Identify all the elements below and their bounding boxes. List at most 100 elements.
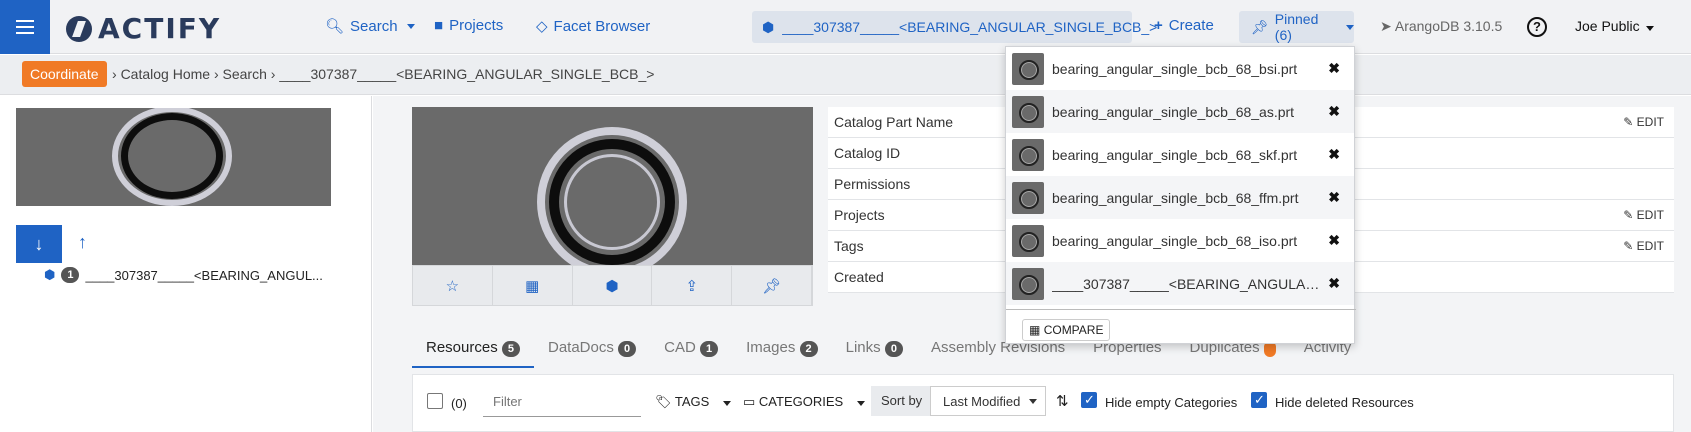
chevron-down-icon — [406, 23, 415, 29]
sort-direction-button[interactable]: ⇅ — [1056, 392, 1069, 410]
part-preview-image[interactable] — [412, 107, 813, 265]
left-panel: ↓ ↑ ⬢ 1 ____307387_____<BEARING_ANGUL... — [0, 96, 372, 432]
pinned-dropdown-button[interactable]: 📌︎ Pinned (6) — [1239, 11, 1354, 43]
pin-icon: 📌︎ — [1251, 18, 1269, 35]
3d-view-button[interactable]: ⬢ — [573, 266, 653, 305]
facet-browser-link[interactable]: ◇ Facet Browser — [536, 17, 650, 36]
user-menu[interactable]: Joe Public — [1575, 18, 1655, 34]
dropdown-divider — [1006, 309, 1356, 310]
edit-part-name-button[interactable]: ✎ EDIT — [1623, 115, 1664, 129]
logo-mark-icon — [66, 15, 92, 42]
categories-dropdown[interactable]: ▭ CATEGORIES — [743, 394, 865, 410]
tab-label: CAD — [664, 339, 696, 356]
hamburger-menu-button[interactable] — [0, 0, 50, 54]
projects-link[interactable]: ■ Projects — [434, 17, 503, 34]
edit-tags-button[interactable]: ✎ EDIT — [1623, 239, 1664, 253]
pinned-item[interactable]: bearing_angular_single_bcb_68_skf.prt ✖ — [1006, 133, 1354, 176]
sort-icon: ⇅ — [1056, 393, 1069, 410]
close-icon[interactable]: ✖ — [1328, 232, 1340, 249]
actify-logo[interactable]: ACTIFY — [66, 12, 221, 45]
tab-label: DataDocs — [548, 339, 614, 356]
assembly-tree-item[interactable]: ⬢ 1 ____307387_____<BEARING_ANGUL... — [44, 267, 323, 283]
edit-projects-button[interactable]: ✎ EDIT — [1623, 208, 1664, 222]
send-icon: ➤ — [1380, 18, 1392, 34]
arrow-up-icon: ↑ — [78, 232, 87, 252]
tree-item-label: ____307387_____<BEARING_ANGUL... — [85, 267, 323, 283]
pinned-item-name: bearing_angular_single_bcb_68_ffm.prt — [1052, 189, 1299, 206]
breadcrumb-catalog-home[interactable]: Catalog Home — [121, 66, 211, 82]
prop-label: Permissions — [834, 176, 911, 192]
chevron-right-icon: › — [112, 66, 117, 82]
filter-input[interactable] — [483, 387, 641, 417]
current-part-button[interactable]: ⬢ ____307387_____<BEARING_ANGULAR_SINGLE… — [752, 11, 1157, 43]
search-icon: 🔍︎ — [325, 18, 345, 35]
close-icon[interactable]: ✖ — [1328, 146, 1340, 163]
pinned-dropdown: bearing_angular_single_bcb_68_bsi.prt ✖ … — [1005, 46, 1356, 344]
part-thumbnail[interactable] — [16, 108, 331, 206]
pinned-label: Pinned (6) — [1274, 11, 1319, 43]
pin-button[interactable]: 📌︎ — [732, 266, 812, 305]
search-menu[interactable]: 🔍︎ Search — [325, 17, 415, 35]
chevron-down-icon — [722, 401, 731, 406]
create-button[interactable]: + Create — [1154, 17, 1214, 34]
prop-label: Catalog Part Name — [834, 114, 954, 130]
resources-toolbar: (0) 🏷︎ TAGS ▭ CATEGORIES Sort by Last Mo… — [412, 374, 1674, 432]
select-all-checkbox[interactable] — [427, 393, 443, 409]
close-icon[interactable]: ✖ — [1328, 60, 1340, 77]
hide-deleted-checkbox[interactable] — [1251, 392, 1267, 408]
tab-cad[interactable]: CAD 1 — [650, 330, 732, 368]
favorite-button[interactable]: ☆ — [413, 266, 493, 305]
help-icon[interactable]: ? — [1527, 17, 1547, 37]
breadcrumb-search[interactable]: Search — [223, 66, 267, 82]
download-button[interactable]: ↓ — [16, 225, 62, 263]
user-name: Joe Public — [1575, 18, 1640, 34]
pinned-item-name: bearing_angular_single_bcb_68_as.prt — [1052, 103, 1295, 120]
tab-datadocs[interactable]: DataDocs 0 — [534, 330, 650, 368]
pinned-item[interactable]: bearing_angular_single_bcb_68_as.prt ✖ — [1006, 90, 1354, 133]
tab-resources[interactable]: Resources 5 — [412, 330, 534, 368]
table-view-button[interactable]: ▦ — [493, 266, 573, 305]
menu-icon — [16, 26, 34, 28]
pinned-item[interactable]: ____307387_____<BEARING_ANGULAR_SIN... ✖ — [1006, 262, 1354, 305]
part-thumbnail — [1012, 181, 1044, 214]
tab-label: Resources — [426, 339, 498, 356]
tab-images[interactable]: Images 2 — [732, 330, 832, 368]
top-navbar: ACTIFY 🔍︎ Search ■ Projects ◇ Facet Brow… — [0, 0, 1691, 54]
create-label: Create — [1168, 17, 1214, 34]
chevron-down-icon — [1029, 399, 1037, 404]
tab-label: Images — [746, 339, 796, 356]
role-badge[interactable]: Coordinate — [22, 61, 107, 87]
part-thumbnail — [1012, 52, 1044, 85]
close-icon[interactable]: ✖ — [1328, 103, 1340, 120]
edit-label: EDIT — [1636, 115, 1664, 129]
pinned-item[interactable]: bearing_angular_single_bcb_68_iso.prt ✖ — [1006, 219, 1354, 262]
star-icon: ☆ — [445, 277, 460, 295]
inbox-icon: ▭ — [743, 394, 756, 409]
upload-button[interactable]: ↑ — [78, 232, 87, 253]
close-icon[interactable]: ✖ — [1328, 275, 1340, 292]
ring-core — [564, 154, 660, 250]
image-toolbar: ☆ ▦ ⬢ ⇪ 📌︎ — [412, 265, 813, 306]
sort-select[interactable]: Last Modified — [930, 386, 1046, 416]
cube-icon: ⬢ — [44, 267, 56, 282]
upload-image-button[interactable]: ⇪ — [652, 266, 733, 305]
pinned-item-name: bearing_angular_single_bcb_68_skf.prt — [1052, 146, 1298, 163]
pinned-item-name: ____307387_____<BEARING_ANGULAR_SIN... — [1052, 275, 1327, 292]
hide-empty-checkbox[interactable] — [1081, 392, 1097, 408]
pinned-item[interactable]: bearing_angular_single_bcb_68_bsi.prt ✖ — [1006, 47, 1354, 90]
part-thumbnail — [1012, 267, 1044, 300]
table-icon: ▦ — [525, 277, 540, 295]
tags-label: TAGS — [674, 394, 710, 409]
edit-label: EDIT — [1636, 239, 1664, 253]
compare-button[interactable]: ▦ COMPARE — [1022, 319, 1111, 341]
tags-dropdown[interactable]: 🏷︎ TAGS — [655, 394, 731, 410]
categories-label: CATEGORIES — [758, 394, 844, 409]
pinned-item[interactable]: bearing_angular_single_bcb_68_ffm.prt ✖ — [1006, 176, 1354, 219]
tab-count: 2 — [799, 341, 818, 357]
tab-count: 1 — [700, 341, 719, 357]
tab-links[interactable]: Links 0 — [832, 330, 917, 368]
part-thumbnail — [1012, 138, 1044, 171]
ring-inner — [121, 113, 223, 199]
tab-count: 0 — [884, 341, 903, 357]
close-icon[interactable]: ✖ — [1328, 189, 1340, 206]
